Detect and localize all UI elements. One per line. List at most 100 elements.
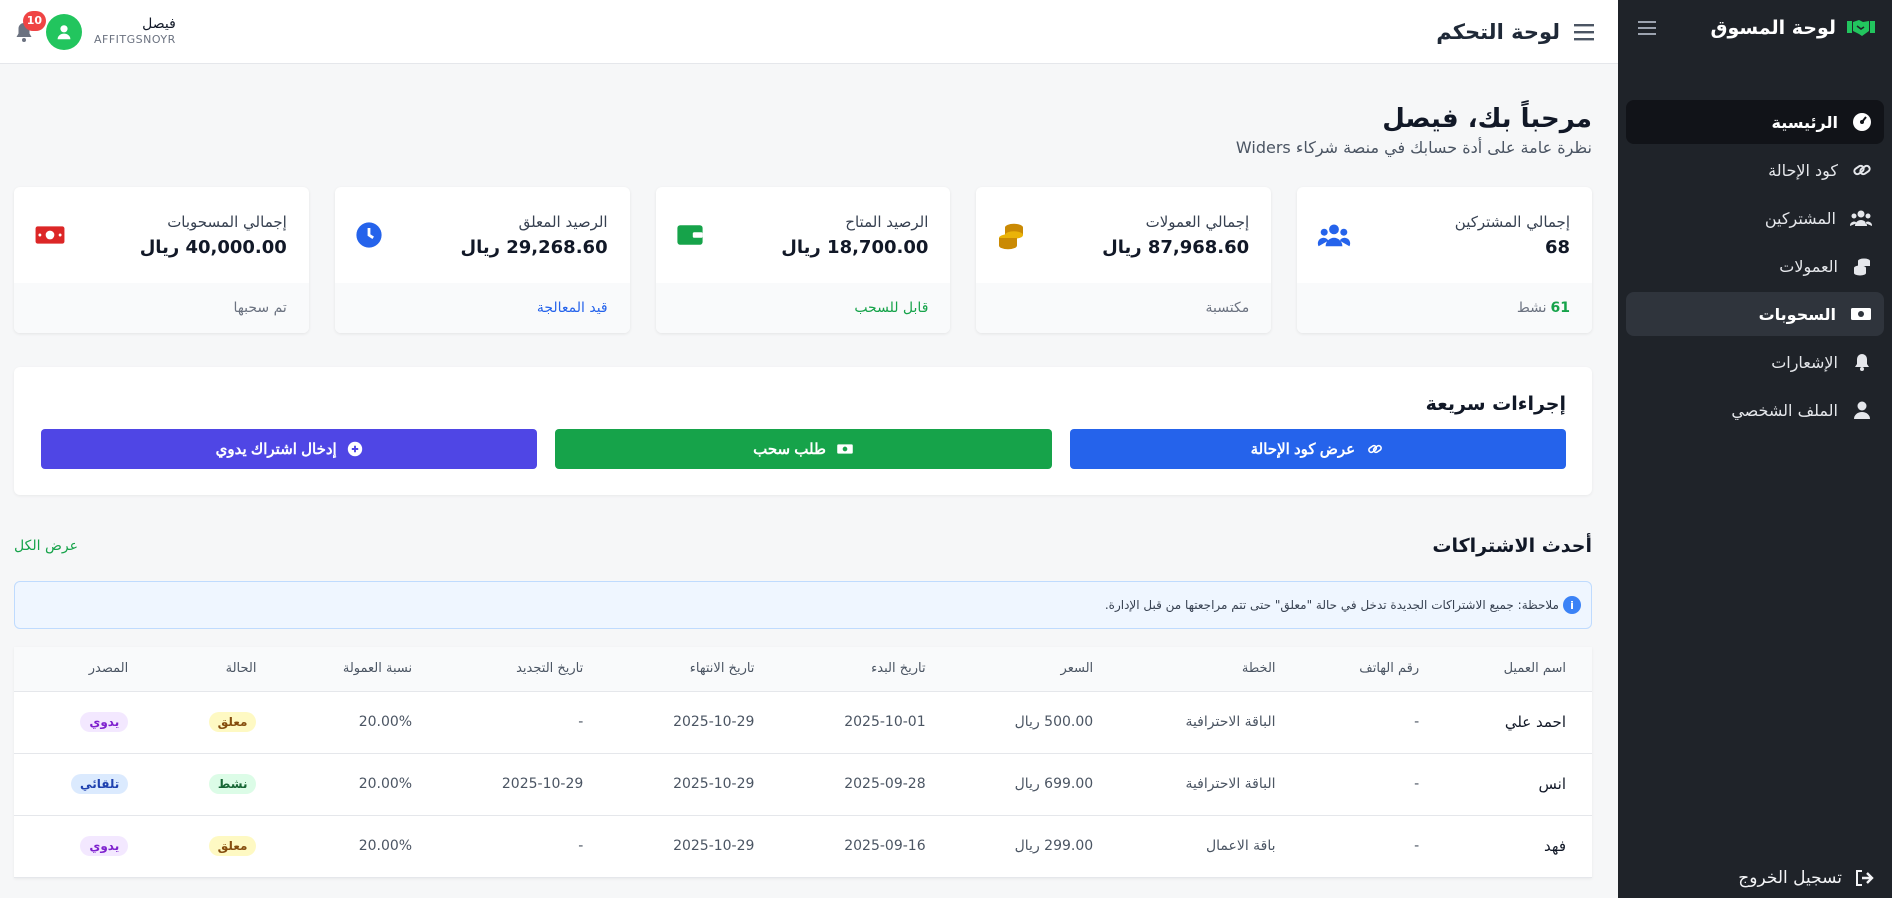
stats-cards: إجمالي المشتركين 68 61 نشط إجمالي العمول… bbox=[14, 187, 1592, 333]
price: 500.00 ريال bbox=[951, 691, 1120, 754]
price: 299.00 ريال bbox=[951, 815, 1120, 878]
request-withdrawal-button[interactable]: طلب سحب bbox=[555, 429, 1052, 469]
start-date: 2025-09-16 bbox=[780, 815, 952, 878]
sidebar-item-commissions[interactable]: العمولات bbox=[1626, 244, 1884, 288]
menu-icon[interactable] bbox=[1574, 23, 1594, 41]
status-badge: معلق bbox=[208, 712, 257, 732]
stat-card-pending-balance: الرصيد المعلق 29,268.60 ريال قيد المعالج… bbox=[334, 187, 630, 333]
end-date: 2025-10-29 bbox=[609, 691, 781, 754]
main-content: مرحباً بك، فيصل نظرة عامة على أدة حسابك … bbox=[0, 64, 1618, 898]
stat-card-available-balance: الرصيد المتاح 18,700.00 ريال قابل للسحب bbox=[655, 187, 951, 333]
money-bill-icon bbox=[1851, 308, 1871, 320]
sidebar-item-label: المشتركين bbox=[1764, 208, 1836, 228]
column-header[interactable]: تاريخ التجديد bbox=[438, 647, 610, 692]
sidebar-item-profile[interactable]: الملف الشخصي bbox=[1626, 388, 1884, 432]
stat-label: إجمالي المشتركين bbox=[1454, 212, 1570, 231]
link-icon bbox=[1368, 444, 1382, 454]
manual-subscription-button[interactable]: إدخال اشتراك يدوي bbox=[41, 429, 538, 469]
stat-footer: نشط bbox=[1516, 300, 1547, 316]
coins-icon bbox=[1854, 258, 1870, 276]
sidebar-item-withdrawals[interactable]: السحوبات bbox=[1626, 292, 1884, 336]
button-label: طلب سحب bbox=[753, 441, 826, 458]
view-referral-code-button[interactable]: عرض كود الإحالة bbox=[1069, 429, 1566, 469]
topbar: لوحة التحكم فيصل AFFITGSNOYR 10 bbox=[0, 0, 1618, 64]
stat-card-commissions: إجمالي العمولات 87,968.60 ريال مكتسبة bbox=[976, 187, 1272, 333]
stat-value: 18,700.00 ريال bbox=[781, 236, 929, 258]
table-header-row: اسم العميل رقم الهاتف الخطة السعر تاريخ … bbox=[14, 647, 1592, 692]
coins-icon bbox=[999, 223, 1024, 250]
user-icon bbox=[57, 24, 71, 39]
users-icon bbox=[1318, 224, 1351, 247]
stat-footer: قابل للسحب bbox=[854, 300, 929, 316]
commission-rate: 20.00% bbox=[282, 753, 439, 816]
users-icon bbox=[1850, 210, 1872, 226]
user-menu[interactable]: فيصل AFFITGSNOYR 10 bbox=[6, 10, 176, 50]
phone: - bbox=[1301, 815, 1446, 878]
logout-label: تسجيل الخروج bbox=[1738, 868, 1842, 888]
stat-value: 87,968.60 ريال bbox=[1102, 236, 1250, 258]
sidebar-item-label: الرئيسية bbox=[1771, 112, 1839, 132]
recent-subscriptions-title: أحدث الاشتراكات bbox=[1432, 535, 1592, 557]
client-name: فهد bbox=[1445, 815, 1592, 878]
column-header[interactable]: نسبة العمولة bbox=[282, 647, 439, 692]
welcome-subtitle: نظرة عامة على أدة حسابك في منصة شركاء Wi… bbox=[1235, 138, 1592, 157]
view-all-link[interactable]: عرض الكل bbox=[14, 538, 78, 554]
renewal-date: 2025-10-29 bbox=[438, 753, 610, 816]
sidebar-item-label: العمولات bbox=[1779, 256, 1838, 276]
user-icon bbox=[1854, 401, 1870, 419]
sidebar-header: لوحة المسوق bbox=[1618, 0, 1892, 56]
stat-value: 40,000.00 ريال bbox=[139, 236, 287, 258]
sidebar-item-notifications[interactable]: الإشعارات bbox=[1626, 340, 1884, 384]
column-header[interactable]: اسم العميل bbox=[1445, 647, 1592, 692]
note-text: ملاحظة: جميع الاشتراكات الجديدة تدخل في … bbox=[1104, 598, 1559, 612]
sidebar-item-label: السحوبات bbox=[1758, 304, 1836, 324]
source-badge: يدوي bbox=[80, 836, 129, 856]
link-icon bbox=[1853, 164, 1871, 176]
brand[interactable]: لوحة المسوق bbox=[1711, 17, 1877, 39]
wallet-icon bbox=[677, 225, 703, 245]
table-row[interactable]: انس - الباقة الاحترافية 699.00 ريال 2025… bbox=[14, 753, 1592, 816]
sign-out-icon bbox=[1856, 870, 1874, 886]
sidebar-item-subscribers[interactable]: المشتركين bbox=[1626, 196, 1884, 240]
logout-button[interactable]: تسجيل الخروج bbox=[1738, 868, 1874, 888]
info-note: i ملاحظة: جميع الاشتراكات الجديدة تدخل ف… bbox=[14, 581, 1592, 629]
plan: الباقة الاحترافية bbox=[1119, 753, 1302, 816]
stat-footer: تم سحبها bbox=[233, 300, 287, 316]
table-row[interactable]: احمد علي - الباقة الاحترافية 500.00 ريال… bbox=[14, 691, 1592, 754]
bell-icon bbox=[1855, 354, 1869, 371]
notifications-button[interactable]: 10 bbox=[14, 10, 46, 43]
column-header[interactable]: تاريخ الانتهاء bbox=[609, 647, 781, 692]
column-header[interactable]: الخطة bbox=[1119, 647, 1302, 692]
info-icon: i bbox=[1563, 596, 1581, 614]
stat-label: إجمالي العمولات bbox=[1145, 212, 1250, 231]
active-count: 61 bbox=[1550, 300, 1570, 316]
start-date: 2025-09-28 bbox=[780, 753, 952, 816]
sidebar-item-label: كود الإحالة bbox=[1768, 160, 1838, 180]
phone: - bbox=[1301, 753, 1446, 816]
end-date: 2025-10-29 bbox=[609, 815, 781, 878]
table-row[interactable]: فهد - باقة الاعمال 299.00 ريال 2025-09-1… bbox=[14, 815, 1592, 878]
avatar[interactable] bbox=[46, 13, 82, 50]
client-name: احمد علي bbox=[1445, 691, 1592, 754]
stat-footer: مكتسبة bbox=[1205, 300, 1250, 316]
quick-actions-title: إجراءات سريعة bbox=[1425, 393, 1566, 415]
plan: الباقة الاحترافية bbox=[1119, 691, 1302, 754]
column-header[interactable]: رقم الهاتف bbox=[1301, 647, 1446, 692]
status-badge: نشط bbox=[208, 774, 257, 794]
stat-value: 29,268.60 ريال bbox=[460, 236, 608, 258]
money-bill-icon bbox=[837, 444, 853, 454]
sidebar-nav: الرئيسية كود الإحالة المشتركين العمولات … bbox=[1618, 100, 1892, 432]
notification-count-badge: 10 bbox=[22, 10, 46, 31]
column-header[interactable]: السعر bbox=[951, 647, 1120, 692]
clock-icon bbox=[356, 222, 382, 248]
source-badge: تلقائي bbox=[71, 774, 129, 794]
sidebar-item-referral[interactable]: كود الإحالة bbox=[1626, 148, 1884, 192]
stat-label: إجمالي المسحوبات bbox=[167, 212, 287, 231]
column-header[interactable]: المصدر bbox=[14, 647, 155, 692]
sidebar-item-label: الملف الشخصي bbox=[1731, 400, 1838, 420]
sidebar-toggle-icon[interactable] bbox=[1638, 20, 1656, 36]
column-header[interactable]: الحالة bbox=[154, 647, 283, 692]
sidebar-item-home[interactable]: الرئيسية bbox=[1626, 100, 1884, 144]
end-date: 2025-10-29 bbox=[609, 753, 781, 816]
column-header[interactable]: تاريخ البدء bbox=[780, 647, 952, 692]
